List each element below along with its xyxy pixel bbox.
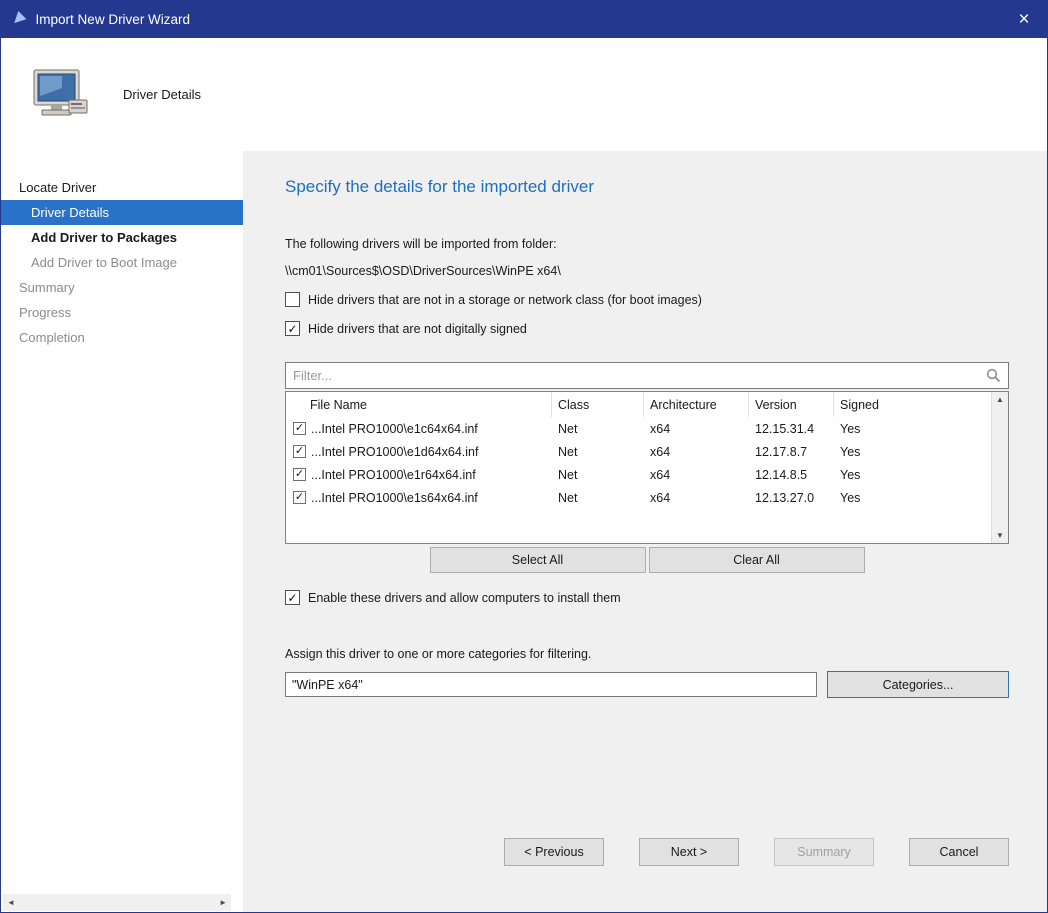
cell-file-name: ...Intel PRO1000\e1c64x64.inf [311, 422, 478, 436]
next-button[interactable]: Next > [639, 838, 739, 866]
cell-class: Net [552, 445, 644, 459]
scroll-up-icon[interactable]: ▲ [996, 395, 1004, 404]
row-checkbox[interactable]: ✓ [293, 491, 306, 504]
table-row[interactable]: ✓ ...Intel PRO1000\e1r64x64.inf Net x64 … [286, 463, 991, 486]
row-checkbox[interactable]: ✓ [293, 445, 306, 458]
wizard-dart-icon: ▶ [9, 10, 28, 29]
cell-version: 12.13.27.0 [749, 491, 834, 505]
row-checkbox[interactable]: ✓ [293, 468, 306, 481]
sidebar-item-summary[interactable]: Summary [1, 275, 243, 300]
filter-input[interactable] [285, 362, 1009, 389]
clear-all-button[interactable]: Clear All [649, 547, 865, 573]
enable-drivers-checkbox-row: ✓ Enable these drivers and allow compute… [285, 590, 1009, 605]
main-content: Specify the details for the imported dri… [243, 151, 1047, 912]
table-actions-row: Select All Clear All [285, 547, 1009, 573]
column-header-signed[interactable]: Signed [834, 392, 991, 417]
assign-category-label: Assign this driver to one or more catego… [285, 647, 1009, 661]
hide-unsigned-checkbox-label: Hide drivers that are not digitally sign… [308, 322, 527, 336]
enable-drivers-checkbox[interactable]: ✓ [285, 590, 300, 605]
hide-storage-checkbox-row: Hide drivers that are not in a storage o… [285, 292, 1009, 307]
wizard-body: Locate Driver Driver Details Add Driver … [1, 151, 1047, 912]
cell-class: Net [552, 422, 644, 436]
close-icon[interactable]: × [1001, 1, 1047, 38]
cell-signed: Yes [834, 445, 991, 459]
select-all-button[interactable]: Select All [430, 547, 646, 573]
cancel-button[interactable]: Cancel [909, 838, 1009, 866]
column-header-class[interactable]: Class [552, 392, 644, 417]
driver-source-path: \\cm01\Sources$\OSD\DriverSources\WinPE … [285, 264, 1009, 278]
cell-version: 12.17.8.7 [749, 445, 834, 459]
cell-file-name: ...Intel PRO1000\e1s64x64.inf [311, 491, 478, 505]
cell-class: Net [552, 468, 644, 482]
sidebar-horizontal-scrollbar[interactable]: ◄ ► [3, 894, 231, 911]
cell-architecture: x64 [644, 468, 749, 482]
computer-icon [31, 69, 89, 121]
hide-storage-checkbox-label: Hide drivers that are not in a storage o… [308, 293, 702, 307]
filter-box [285, 362, 1009, 389]
wizard-header: Driver Details [1, 38, 1047, 151]
cell-signed: Yes [834, 491, 991, 505]
sidebar-item-driver-details[interactable]: Driver Details [1, 200, 243, 225]
sidebar-item-completion[interactable]: Completion [1, 325, 243, 350]
enable-drivers-checkbox-label: Enable these drivers and allow computers… [308, 591, 621, 605]
previous-button[interactable]: < Previous [504, 838, 604, 866]
driver-table-grid: File Name Class Architecture Version Sig… [286, 392, 991, 543]
window-title: Import New Driver Wizard [36, 12, 1001, 27]
title-bar: ▶ Import New Driver Wizard × [1, 1, 1047, 38]
driver-table: File Name Class Architecture Version Sig… [285, 391, 1009, 544]
cell-signed: Yes [834, 422, 991, 436]
cell-file-name: ...Intel PRO1000\e1r64x64.inf [311, 468, 476, 482]
column-header-version[interactable]: Version [749, 392, 834, 417]
hide-unsigned-checkbox[interactable]: ✓ [285, 321, 300, 336]
cell-version: 12.14.8.5 [749, 468, 834, 482]
column-header-architecture[interactable]: Architecture [644, 392, 749, 417]
hide-unsigned-checkbox-row: ✓ Hide drivers that are not digitally si… [285, 321, 1009, 336]
scroll-left-icon[interactable]: ◄ [7, 898, 15, 907]
table-vertical-scrollbar[interactable]: ▲ ▼ [991, 392, 1008, 543]
page-title: Driver Details [123, 87, 201, 102]
table-row[interactable]: ✓ ...Intel PRO1000\e1d64x64.inf Net x64 … [286, 440, 991, 463]
cell-architecture: x64 [644, 422, 749, 436]
cell-class: Net [552, 491, 644, 505]
row-checkbox[interactable]: ✓ [293, 422, 306, 435]
cell-file-name: ...Intel PRO1000\e1d64x64.inf [311, 445, 478, 459]
column-header-file-name[interactable]: File Name [286, 392, 552, 417]
sidebar-item-locate-driver[interactable]: Locate Driver [1, 175, 243, 200]
cell-version: 12.15.31.4 [749, 422, 834, 436]
table-row[interactable]: ✓ ...Intel PRO1000\e1c64x64.inf Net x64 … [286, 417, 991, 440]
content-heading: Specify the details for the imported dri… [285, 177, 1009, 197]
category-field[interactable] [285, 672, 817, 697]
cell-signed: Yes [834, 468, 991, 482]
sidebar-item-progress[interactable]: Progress [1, 300, 243, 325]
search-icon [986, 368, 1001, 383]
sidebar-item-add-driver-to-boot-image[interactable]: Add Driver to Boot Image [1, 250, 243, 275]
cell-architecture: x64 [644, 491, 749, 505]
intro-text: The following drivers will be imported f… [285, 237, 1009, 251]
categories-button[interactable]: Categories... [827, 671, 1009, 698]
wizard-footer: < Previous Next > Summary Cancel [285, 838, 1009, 866]
wizard-steps-sidebar: Locate Driver Driver Details Add Driver … [1, 151, 243, 912]
driver-table-header: File Name Class Architecture Version Sig… [286, 392, 991, 417]
summary-button: Summary [774, 838, 874, 866]
hide-storage-checkbox[interactable] [285, 292, 300, 307]
table-row[interactable]: ✓ ...Intel PRO1000\e1s64x64.inf Net x64 … [286, 486, 991, 509]
category-row: Categories... [285, 671, 1009, 698]
scroll-down-icon[interactable]: ▼ [996, 531, 1004, 540]
scroll-right-icon[interactable]: ► [219, 898, 227, 907]
cell-architecture: x64 [644, 445, 749, 459]
sidebar-item-add-driver-to-packages[interactable]: Add Driver to Packages [1, 225, 243, 250]
import-new-driver-wizard-window: ▶ Import New Driver Wizard × Driver Deta… [0, 0, 1048, 913]
